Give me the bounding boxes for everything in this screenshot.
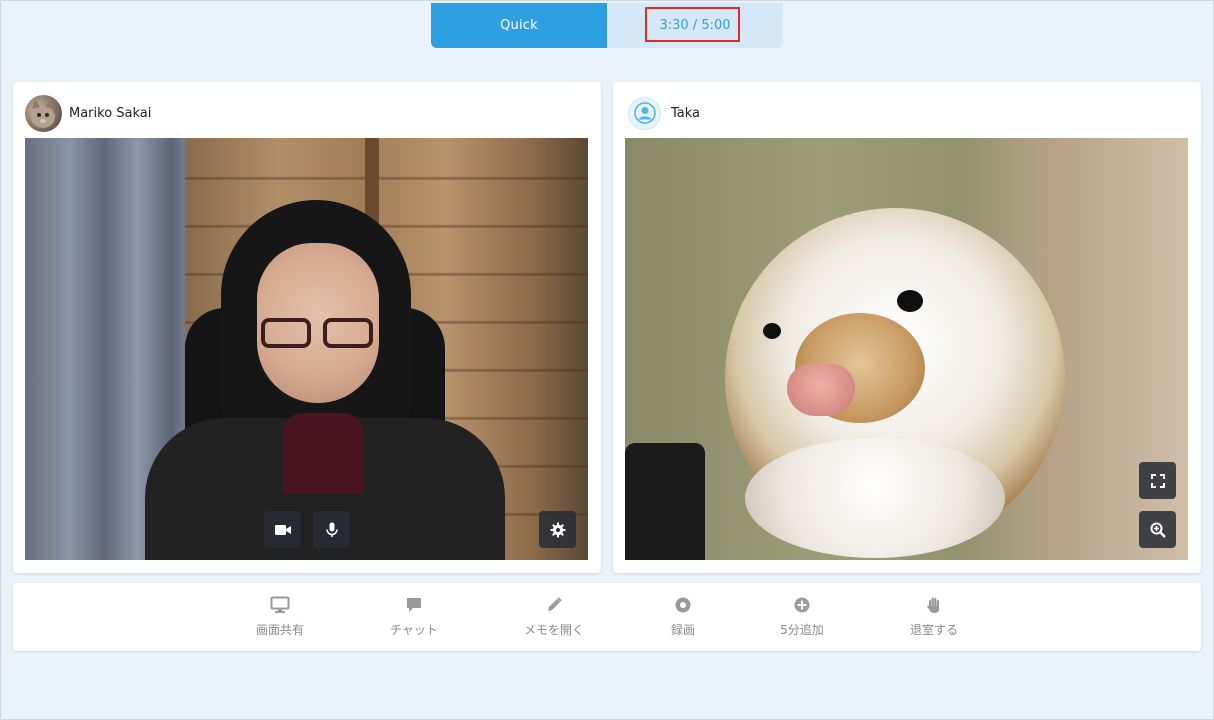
session-timer: 3:30 / 5:00 <box>607 3 783 48</box>
microphone-toggle-button[interactable] <box>313 511 350 548</box>
timer-highlight-box <box>645 7 740 42</box>
screen-share-button[interactable]: 画面共有 <box>225 595 335 638</box>
video-feed-remote <box>625 138 1188 560</box>
participant-header: Taka <box>625 94 700 132</box>
gear-icon <box>550 522 565 537</box>
bottom-toolbar: 画面共有 チャット メモを開く 録画 5分追加 退室する <box>13 583 1201 651</box>
zoom-in-icon <box>1150 522 1166 538</box>
avatar <box>628 96 661 130</box>
mode-button[interactable]: Quick <box>431 3 607 48</box>
participant-header: Mariko Sakai <box>25 94 151 132</box>
add-5-minutes-label: 5分追加 <box>780 623 824 637</box>
microphone-icon <box>325 522 338 537</box>
settings-button[interactable] <box>539 511 576 548</box>
participant-card-remote: Taka <box>613 82 1201 573</box>
video-frame-woman <box>25 138 588 560</box>
participant-card-self: Mariko Sakai <box>13 82 601 573</box>
video-frame-tiger <box>625 138 1188 560</box>
video-camera-icon <box>274 524 291 535</box>
hand-icon <box>924 595 944 615</box>
avatar <box>25 94 62 132</box>
open-memo-label: メモを開く <box>523 623 584 637</box>
screen-share-label: 画面共有 <box>255 623 304 637</box>
chat-bubble-icon <box>404 595 424 615</box>
zoom-in-button[interactable] <box>1139 511 1176 548</box>
monitor-icon <box>270 595 290 615</box>
fullscreen-icon <box>1150 473 1165 488</box>
record-button[interactable]: 録画 <box>628 595 738 638</box>
plus-circle-icon <box>792 595 812 615</box>
participant-name: Mariko Sakai <box>69 105 152 121</box>
cat-photo-icon <box>31 98 55 128</box>
video-feed-self <box>25 138 588 560</box>
record-icon <box>673 595 693 615</box>
camera-toggle-button[interactable] <box>264 511 301 548</box>
default-user-icon <box>633 102 656 124</box>
leave-room-button[interactable]: 退室する <box>879 595 989 638</box>
add-5-minutes-button[interactable]: 5分追加 <box>747 595 857 638</box>
fullscreen-button[interactable] <box>1139 462 1176 499</box>
open-memo-button[interactable]: メモを開く <box>499 595 609 638</box>
chat-label: チャット <box>390 623 438 637</box>
chat-button[interactable]: チャット <box>359 595 469 638</box>
pencil-icon <box>544 595 564 615</box>
record-label: 録画 <box>670 623 695 637</box>
participant-name: Taka <box>671 105 701 121</box>
session-topbar: Quick 3:30 / 5:00 <box>431 3 783 48</box>
leave-room-label: 退室する <box>909 623 958 637</box>
